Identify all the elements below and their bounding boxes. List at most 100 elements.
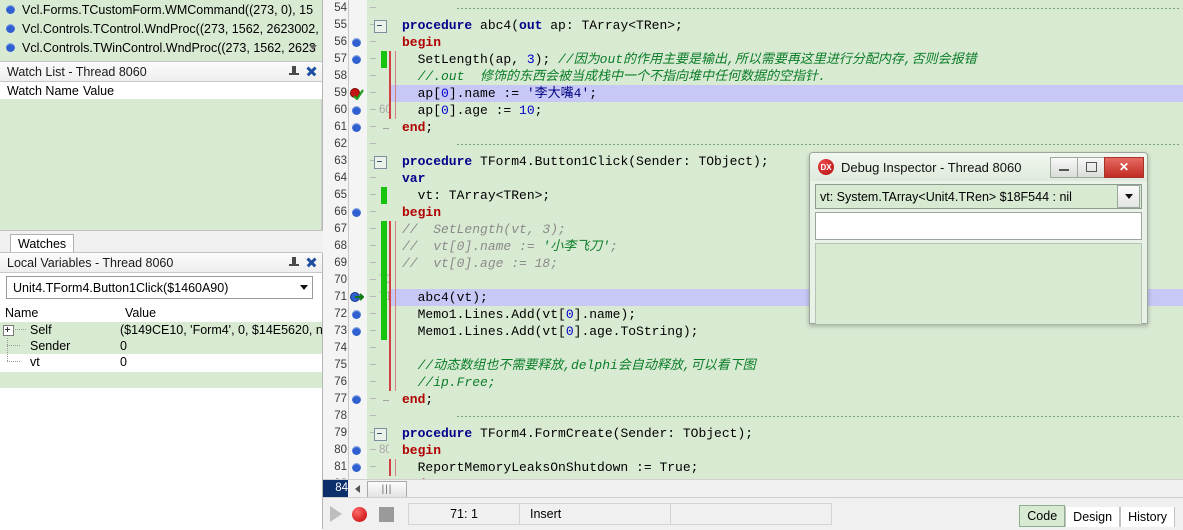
- code-line-body[interactable]: end;: [389, 391, 1183, 408]
- column-header-value[interactable]: Value: [125, 306, 156, 320]
- code-line[interactable]: 79 procedure TForm4.FormCreate(Sender: TO…: [323, 425, 1183, 442]
- run-play-icon[interactable]: [330, 506, 342, 522]
- scroll-left-arrow-icon[interactable]: [350, 482, 364, 495]
- tab-history[interactable]: History: [1120, 507, 1175, 527]
- code-line-body[interactable]: ReportMemoryLeaksOnShutdown := True;: [389, 459, 1183, 476]
- code-line[interactable]: 77 end;: [323, 391, 1183, 408]
- code-line-body[interactable]: procedure abc4(out ap: TArray<TRen>;: [389, 17, 1183, 34]
- breakpoint-icon[interactable]: [352, 327, 361, 336]
- code-line-body[interactable]: Memo1.Lines.Add(vt[0].age.ToString);: [389, 323, 1183, 340]
- close-icon[interactable]: [305, 256, 318, 269]
- code-line-body[interactable]: procedure TForm4.FormCreate(Sender: TObj…: [389, 425, 1183, 442]
- code-line[interactable]: 57 SetLength(ap, 3); //因为out的作用主要是输出,所以需…: [323, 51, 1183, 68]
- maximize-button[interactable]: [1077, 156, 1105, 178]
- call-stack-frame-icon: [6, 43, 15, 52]
- close-button[interactable]: ✕: [1104, 156, 1144, 178]
- code-line[interactable]: 60 60 ap[0].age := 10;: [323, 102, 1183, 119]
- code-line[interactable]: 61 end;: [323, 119, 1183, 136]
- breakpoint-icon[interactable]: [352, 123, 361, 132]
- chevron-down-icon[interactable]: [1117, 185, 1140, 208]
- close-icon[interactable]: [305, 65, 318, 78]
- procedure-separator: [457, 416, 1179, 417]
- table-row[interactable]: Sender 0: [0, 338, 322, 354]
- code-line-body[interactable]: ap[0].age := 10;: [389, 102, 1183, 119]
- code-line[interactable]: 80 80 begin: [323, 442, 1183, 459]
- call-stack-panel[interactable]: Vcl.Forms.TCustomForm.WMCommand((273, 0)…: [0, 0, 322, 61]
- tab-watches[interactable]: Watches: [10, 234, 75, 253]
- code-fold-toggle-icon[interactable]: [374, 20, 387, 33]
- stop-icon[interactable]: [379, 506, 394, 522]
- code-line-body[interactable]: begin: [389, 442, 1183, 459]
- code-line-body[interactable]: ap[0].name := '李大嘴4';: [389, 85, 1183, 102]
- code-line-body[interactable]: [389, 136, 1183, 153]
- inspector-members-list[interactable]: [815, 243, 1142, 324]
- breakpoint-icon[interactable]: [352, 38, 361, 47]
- breakpoint-icon[interactable]: [352, 106, 361, 115]
- code-line-body[interactable]: [389, 340, 1183, 357]
- call-stack-row[interactable]: Vcl.Controls.TControl.WndProc((273, 1562…: [0, 19, 322, 38]
- table-row[interactable]: Self ($149CE10, 'Form4', 0, $14E5620, ni…: [0, 322, 322, 338]
- inspector-expression-combobox[interactable]: vt: System.TArray<Unit4.TRen> $18F544 : …: [815, 184, 1142, 209]
- editor-horizontal-scrollbar[interactable]: 84 |||: [323, 479, 1183, 498]
- code-line-body[interactable]: begin: [389, 34, 1183, 51]
- breakpoint-icon[interactable]: [352, 208, 361, 217]
- insert-mode[interactable]: Insert: [519, 503, 671, 525]
- inspector-detail-field[interactable]: [815, 212, 1142, 240]
- code-line-body[interactable]: SetLength(ap, 3); //因为out的作用主要是输出,所以需要再这…: [389, 51, 1183, 68]
- watch-list-body[interactable]: [0, 99, 322, 230]
- delphi-app-icon: DX: [818, 159, 834, 175]
- breakpoint-record-icon[interactable]: [352, 506, 367, 522]
- breakpoint-icon[interactable]: [352, 55, 361, 64]
- code-fold-toggle-icon[interactable]: [374, 428, 387, 441]
- code-line[interactable]: 78: [323, 408, 1183, 425]
- minimize-button[interactable]: [1050, 156, 1078, 178]
- code-fold-toggle-icon[interactable]: [374, 156, 387, 169]
- chevron-down-icon[interactable]: [295, 278, 312, 297]
- code-line-body[interactable]: [389, 408, 1183, 425]
- code-line[interactable]: 73 Memo1.Lines.Add(vt[0].age.ToString);: [323, 323, 1183, 340]
- debug-inspector-titlebar[interactable]: DX Debug Inspector - Thread 8060 ✕: [810, 153, 1147, 181]
- scope-combobox[interactable]: Unit4.TForm4.Button1Click($1460A90): [6, 276, 313, 299]
- procedure-separator: [457, 144, 1179, 145]
- column-header-watch-name[interactable]: Watch Name: [0, 84, 83, 98]
- line-number: 59: [323, 85, 347, 102]
- pin-icon[interactable]: [288, 256, 300, 270]
- table-row[interactable]: vt 0: [0, 354, 322, 370]
- tab-code[interactable]: Code: [1019, 505, 1066, 527]
- code-line[interactable]: 54: [323, 0, 1183, 17]
- scope-combobox-value: Unit4.TForm4.Button1Click($1460A90): [13, 280, 229, 295]
- breakpoint-icon[interactable]: [352, 395, 361, 404]
- code-line[interactable]: 81 ReportMemoryLeaksOnShutdown := True;: [323, 459, 1183, 476]
- code-line[interactable]: 62: [323, 136, 1183, 153]
- code-line[interactable]: 76 //ip.Free;: [323, 374, 1183, 391]
- scroll-down-arrow-icon[interactable]: [306, 38, 320, 56]
- code-line-body[interactable]: //.out 修饰的东西会被当成栈中一个不指向堆中任何数据的空指针.: [389, 68, 1183, 85]
- scrollbar-thumb[interactable]: |||: [367, 481, 407, 498]
- tree-expander[interactable]: [0, 322, 30, 338]
- tab-design[interactable]: Design: [1065, 507, 1121, 527]
- code-line-body[interactable]: end;: [389, 119, 1183, 136]
- code-line-body[interactable]: //动态数组也不需要释放,delphi会自动释放,可以看下图: [389, 357, 1183, 374]
- code-line[interactable]: 55 procedure abc4(out ap: TArray<TRen>;: [323, 17, 1183, 34]
- code-line[interactable]: 75 //动态数组也不需要释放,delphi会自动释放,可以看下图: [323, 357, 1183, 374]
- code-line[interactable]: 56 begin: [323, 34, 1183, 51]
- call-stack-row[interactable]: Vcl.Forms.TCustomForm.WMCommand((273, 0)…: [0, 0, 322, 19]
- column-header-value[interactable]: Value: [83, 84, 114, 98]
- code-line-body[interactable]: [389, 0, 1183, 17]
- call-stack-row[interactable]: Vcl.Controls.TWinControl.WndProc((273, 1…: [0, 38, 322, 57]
- code-line[interactable]: 58 //.out 修饰的东西会被当成栈中一个不指向堆中任何数据的空指针.: [323, 68, 1183, 85]
- breakpoint-icon[interactable]: [352, 310, 361, 319]
- column-header-name[interactable]: Name: [0, 306, 125, 320]
- code-text: procedure TForm4.FormCreate(Sender: TObj…: [402, 426, 754, 441]
- row-stripe: [0, 372, 322, 388]
- line-number: 63: [323, 153, 347, 170]
- code-line[interactable]: 59 ap[0].name := '李大嘴4';: [323, 85, 1183, 102]
- pin-icon[interactable]: [288, 65, 300, 79]
- debug-inspector-window[interactable]: DX Debug Inspector - Thread 8060 ✕ vt: S…: [809, 152, 1148, 324]
- breakpoint-icon[interactable]: [352, 446, 361, 455]
- local-variables-empty-area[interactable]: [0, 372, 322, 529]
- breakpoint-icon[interactable]: [352, 463, 361, 472]
- code-line-body[interactable]: //ip.Free;: [389, 374, 1183, 391]
- expand-plus-icon[interactable]: [3, 325, 14, 336]
- code-line[interactable]: 74: [323, 340, 1183, 357]
